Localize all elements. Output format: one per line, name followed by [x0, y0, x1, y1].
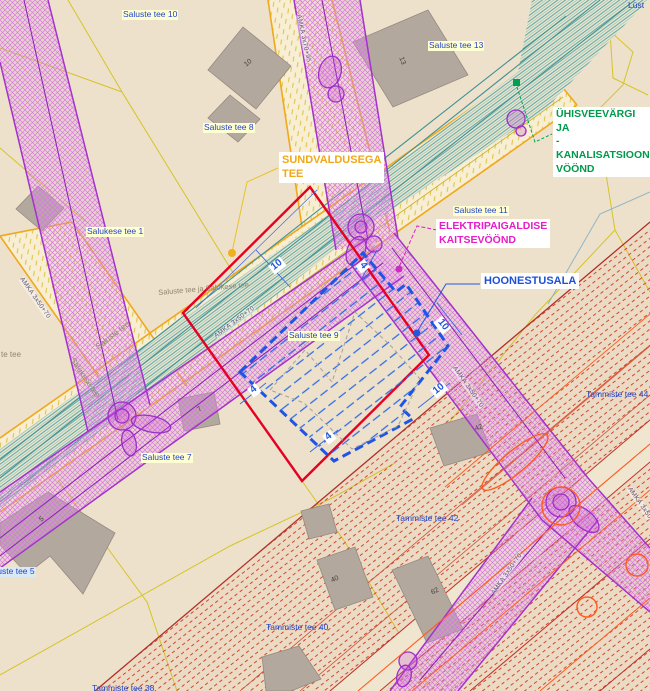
map-geometry — [0, 0, 650, 691]
map-canvas[interactable]: Saluste tee 10Saluste tee 13Saluste tee … — [0, 0, 650, 691]
water-leader-square — [513, 79, 520, 86]
power-leader-dot — [396, 266, 403, 273]
road-leader-dot — [228, 249, 236, 257]
building-area-leader-dot — [414, 330, 421, 337]
